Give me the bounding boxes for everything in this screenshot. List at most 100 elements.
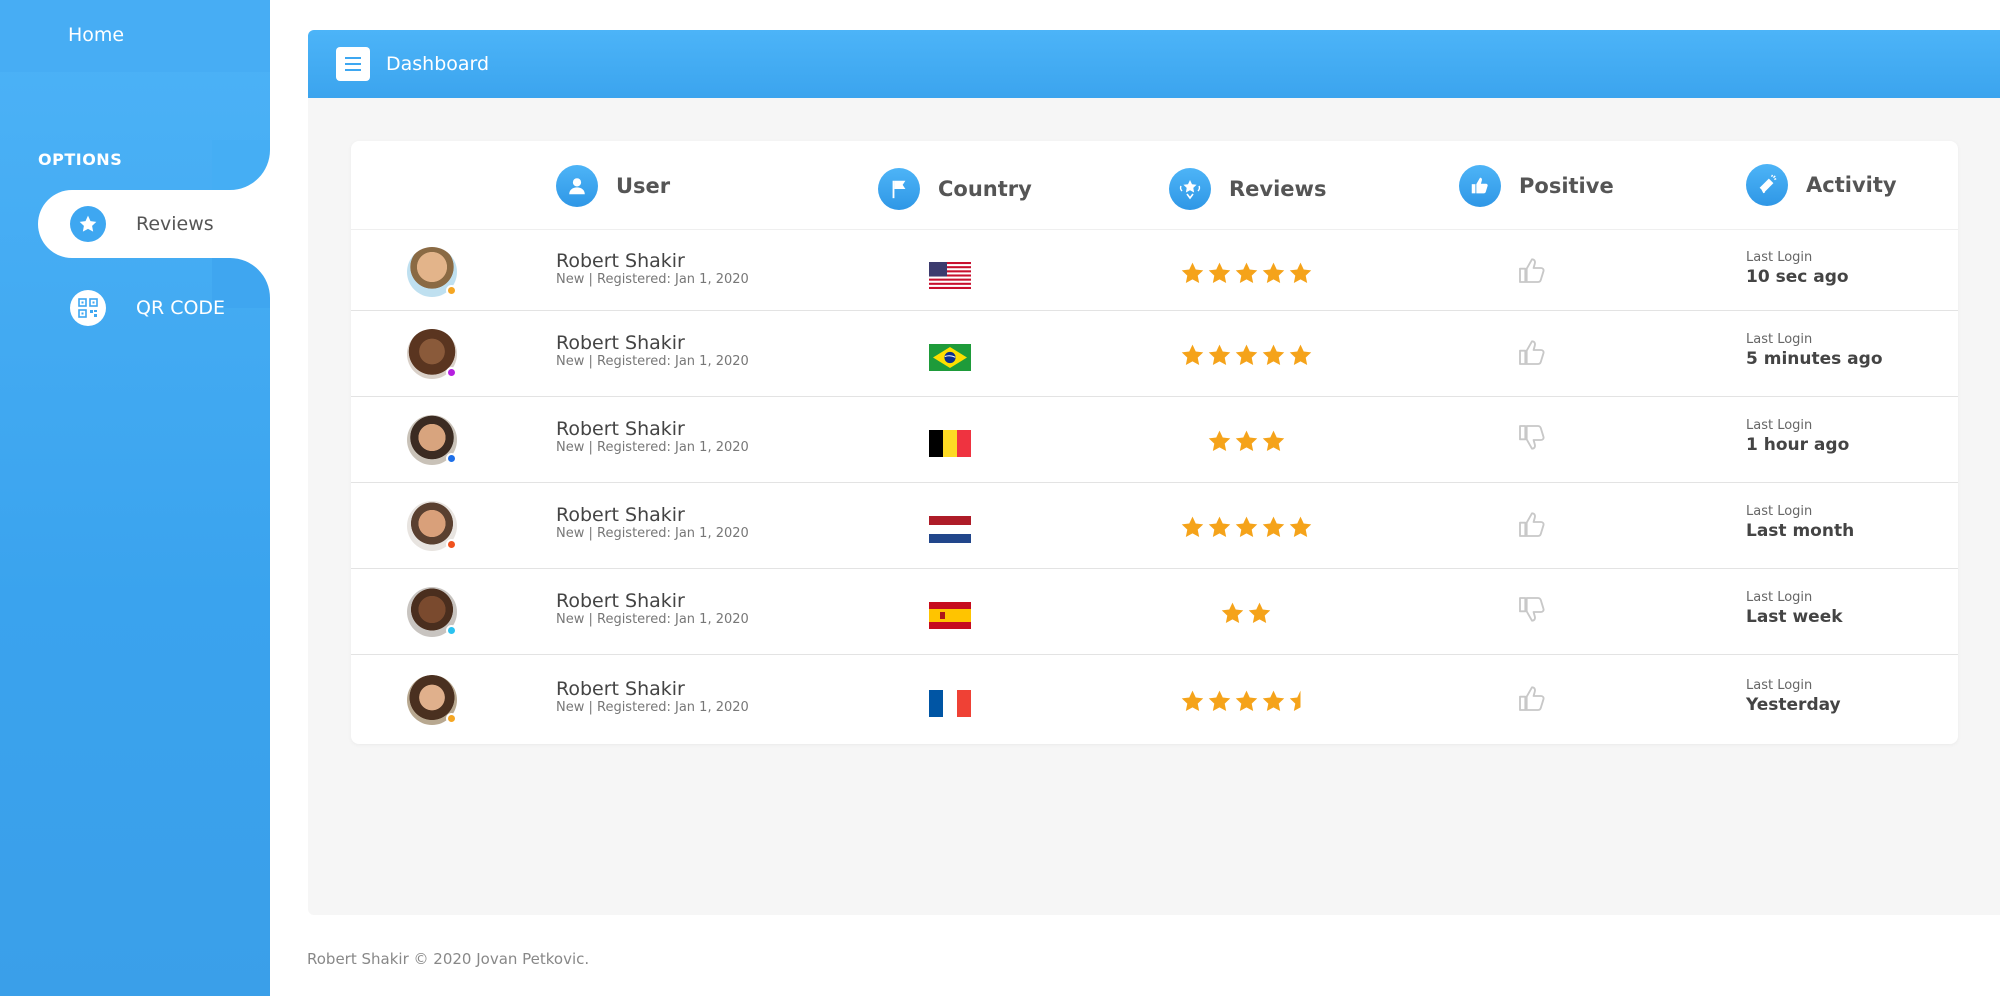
user-registration-info: New | Registered: Jan 1, 2020 <box>556 699 749 715</box>
user-name[interactable]: Robert Shakir <box>556 418 685 440</box>
activity-label: Last Login <box>1746 677 1813 693</box>
table-row[interactable]: Robert Shakir New | Registered: Jan 1, 20… <box>351 483 1958 569</box>
activity-value: Last month <box>1746 521 1855 541</box>
user-name[interactable]: Robert Shakir <box>556 250 685 272</box>
menu-line <box>345 69 361 71</box>
sidebar-item-label: QR CODE <box>136 297 226 319</box>
activity-label: Last Login <box>1746 504 1813 519</box>
user-name[interactable]: Robert Shakir <box>556 332 685 354</box>
column-header-positive[interactable]: Positive <box>1459 141 1614 231</box>
star-rating <box>1220 601 1272 626</box>
star-icon <box>1262 690 1284 711</box>
flag-spain-icon <box>929 602 971 629</box>
user-name[interactable]: Robert Shakir <box>556 504 685 526</box>
column-header-label: Reviews <box>1229 177 1327 201</box>
sidebar-options-label: OPTIONS <box>38 150 123 169</box>
avatar[interactable] <box>407 415 457 465</box>
star-icon <box>1289 344 1311 365</box>
thumbs-down-icon[interactable] <box>1516 422 1548 454</box>
star-icon <box>1289 516 1311 537</box>
star-icon <box>1208 262 1230 283</box>
user-registration-info: New | Registered: Jan 1, 2020 <box>556 272 749 287</box>
sidebar-item-label: Reviews <box>136 213 214 235</box>
thumbs-up-icon[interactable] <box>1516 254 1548 286</box>
flag-icon <box>878 168 920 210</box>
avatar[interactable] <box>407 587 457 637</box>
column-header-label: Positive <box>1519 174 1614 198</box>
avatar[interactable] <box>407 247 457 297</box>
star-rating <box>1180 343 1313 368</box>
user-icon <box>556 165 598 207</box>
star-icon <box>1208 516 1230 537</box>
status-dot <box>446 539 457 550</box>
table-row[interactable]: Robert Shakir New | Registered: Jan 1, 20… <box>351 311 1958 397</box>
star-icon <box>1289 690 1300 711</box>
reviews-table: User Country Reviews Positive Activity R… <box>351 141 1958 744</box>
column-header-label: User <box>616 174 671 198</box>
sidebar-home-block <box>0 0 270 72</box>
flag-us-icon <box>929 262 971 289</box>
star-icon <box>1181 690 1203 711</box>
activity-label: Last Login <box>1746 418 1813 433</box>
activity-value: 1 hour ago <box>1746 435 1850 455</box>
star-icon <box>1181 516 1203 537</box>
column-header-activity[interactable]: Activity <box>1746 140 1897 230</box>
menu-line <box>345 57 361 59</box>
active-curve-top <box>212 140 270 190</box>
status-dot <box>446 712 457 724</box>
user-name[interactable]: Robert Shakir <box>556 678 685 700</box>
star-icon <box>1181 344 1203 365</box>
activity-value: 5 minutes ago <box>1746 349 1883 369</box>
hamburger-menu-button[interactable] <box>336 47 370 81</box>
sidebar-item-qr-code[interactable]: QR CODE <box>38 274 270 342</box>
star-rating <box>1180 689 1313 714</box>
column-header-reviews[interactable]: Reviews <box>1169 144 1326 234</box>
review-badge-icon <box>1169 168 1211 210</box>
menu-line <box>345 63 361 65</box>
column-header-country[interactable]: Country <box>878 144 1032 234</box>
table-row[interactable]: Robert Shakir New | Registered: Jan 1, 20… <box>351 655 1958 744</box>
flag-brazil-icon <box>929 344 971 371</box>
star-icon <box>1181 262 1203 283</box>
star-icon <box>1262 344 1284 365</box>
table-row[interactable]: Robert Shakir New | Registered: Jan 1, 20… <box>351 397 1958 483</box>
column-header-label: Country <box>938 177 1032 201</box>
sidebar-home-link[interactable]: Home <box>68 24 124 46</box>
table-row[interactable]: Robert Shakir New | Registered: Jan 1, 20… <box>351 569 1958 655</box>
main-content: Dashboard User Country Reviews Positive … <box>308 30 2000 915</box>
star-icon <box>1262 262 1284 283</box>
star-icon <box>1208 690 1230 711</box>
thumbs-down-icon[interactable] <box>1516 594 1548 626</box>
user-registration-info: New | Registered: Jan 1, 2020 <box>556 612 749 627</box>
sidebar-item-reviews[interactable]: Reviews <box>38 190 270 258</box>
avatar[interactable] <box>407 329 457 379</box>
status-dot <box>446 625 457 636</box>
user-registration-info: New | Registered: Jan 1, 2020 <box>556 354 749 369</box>
column-header-user[interactable]: User <box>556 141 670 231</box>
qr-code-icon <box>70 290 106 326</box>
star-rating <box>1180 261 1313 286</box>
thumbs-up-icon[interactable] <box>1516 682 1548 714</box>
user-name[interactable]: Robert Shakir <box>556 590 685 612</box>
star-icon <box>1262 430 1284 451</box>
activity-value: Last week <box>1746 607 1843 627</box>
column-header-label: Activity <box>1806 173 1897 197</box>
flag-france-icon <box>929 689 971 717</box>
header-divider <box>351 229 1958 230</box>
star-icon <box>1235 516 1257 537</box>
thumbs-up-icon[interactable] <box>1516 508 1548 540</box>
user-registration-info: New | Registered: Jan 1, 2020 <box>556 526 749 541</box>
avatar[interactable] <box>407 501 457 551</box>
star-icon <box>1208 430 1230 451</box>
star-icon <box>1235 344 1257 365</box>
flag-netherlands-icon <box>929 516 971 543</box>
star-icon <box>1289 262 1311 283</box>
table-row[interactable]: Robert Shakir New | Registered: Jan 1, 20… <box>351 233 1958 311</box>
thumbs-up-icon[interactable] <box>1516 336 1548 368</box>
activity-label: Last Login <box>1746 590 1813 605</box>
sidebar: Home OPTIONS Reviews QR CODE <box>0 0 270 996</box>
footer-copyright: Robert Shakir © 2020 Jovan Petkovic. <box>307 950 590 968</box>
avatar[interactable] <box>407 674 457 725</box>
user-registration-info: New | Registered: Jan 1, 2020 <box>556 440 749 455</box>
status-dot <box>446 285 457 296</box>
